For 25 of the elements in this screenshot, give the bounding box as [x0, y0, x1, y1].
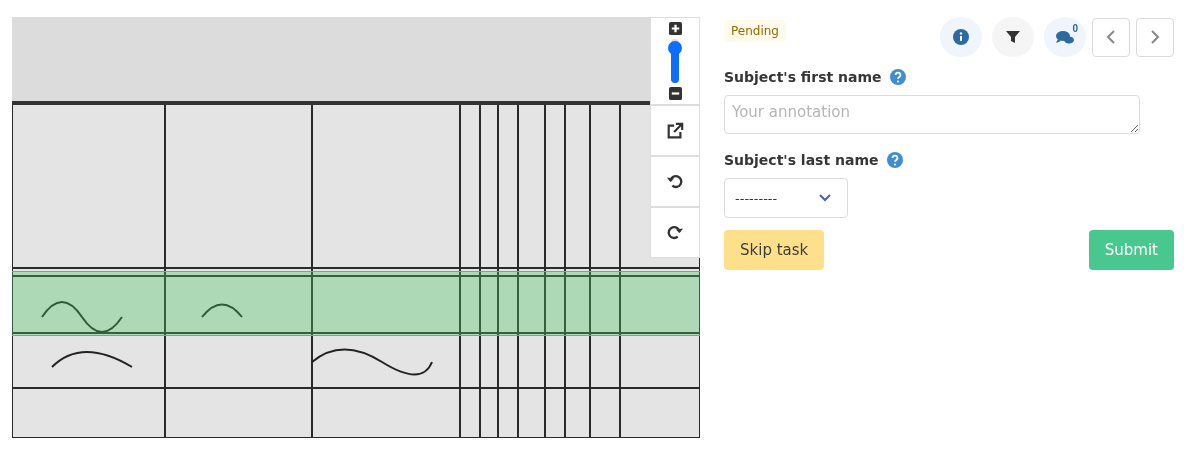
chevron-right-icon: [1150, 29, 1160, 45]
zoom-in-icon[interactable]: [668, 22, 682, 35]
select-field[interactable]: ---------: [724, 178, 848, 218]
comments-button[interactable]: 0: [1044, 17, 1086, 57]
help-icon[interactable]: [889, 69, 906, 85]
field-label: Subject's first name: [724, 69, 882, 85]
external-link-icon[interactable]: [666, 121, 684, 140]
field-label: Subject's last name: [724, 152, 879, 168]
status-tag: Pending: [724, 20, 786, 42]
zoom-slider[interactable]: [671, 39, 679, 83]
info-button[interactable]: [940, 17, 982, 57]
info-icon: [953, 29, 969, 45]
chevron-down-icon: [819, 194, 831, 202]
previous-button[interactable]: [1092, 17, 1130, 57]
annotation-field[interactable]: Your annotation: [724, 95, 1140, 134]
filter-icon: [1005, 29, 1021, 45]
zoom-out-icon[interactable]: [668, 87, 682, 100]
skip-task-button[interactable]: Skip task: [724, 230, 825, 270]
chevron-left-icon: [1106, 29, 1116, 45]
comments-icon: [1055, 29, 1075, 45]
next-button[interactable]: [1136, 17, 1174, 57]
rotate-right-icon[interactable]: [666, 223, 684, 242]
filter-button[interactable]: [992, 17, 1034, 57]
help-icon[interactable]: [886, 152, 903, 168]
rotate-left-icon[interactable]: [666, 172, 684, 191]
